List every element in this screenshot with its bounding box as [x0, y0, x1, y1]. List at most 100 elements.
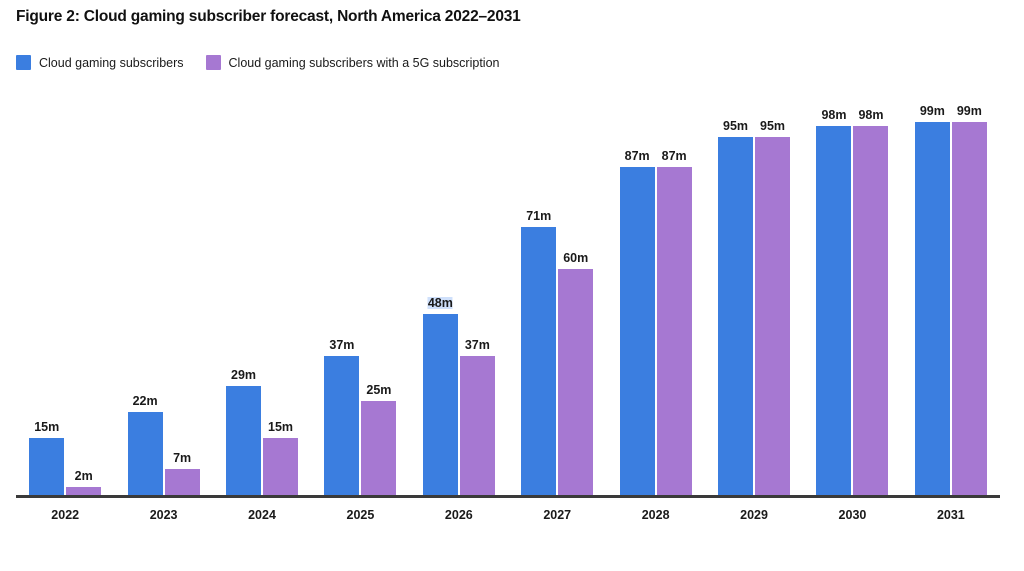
- bar[interactable]: [361, 401, 397, 495]
- bar[interactable]: [29, 438, 65, 495]
- bar-value-label: 22m: [132, 393, 158, 408]
- bar[interactable]: [459, 356, 495, 495]
- bar-group: 15m 2m: [16, 100, 114, 495]
- bar-value-label: 71m: [526, 208, 552, 223]
- bar-value-label: 98m: [858, 107, 884, 122]
- bar-group: 95m 95m: [705, 100, 803, 495]
- bar-column: 37m: [324, 100, 360, 495]
- bar-value-label: 48m: [427, 295, 453, 310]
- bar[interactable]: [951, 122, 987, 495]
- bar-pair: 71m 60m: [508, 100, 606, 495]
- bar[interactable]: [127, 412, 163, 495]
- bar-value-label: 95m: [723, 118, 749, 133]
- legend-item-cloud-gaming-subscribers-5g[interactable]: Cloud gaming subscribers with a 5G subsc…: [205, 55, 500, 70]
- bar-column: 95m: [755, 100, 791, 495]
- bar[interactable]: [558, 269, 594, 495]
- bar[interactable]: [422, 314, 458, 495]
- x-axis-tick-2025: 2025: [346, 508, 375, 522]
- x-axis-tick-2022: 2022: [51, 508, 80, 522]
- bar-column: 7m: [164, 100, 200, 495]
- bar[interactable]: [914, 122, 950, 495]
- legend-label: Cloud gaming subscribers: [39, 55, 184, 70]
- bar[interactable]: [263, 438, 299, 495]
- bar-pair: 98m 98m: [803, 100, 901, 495]
- bar[interactable]: [324, 356, 360, 495]
- bar[interactable]: [164, 469, 200, 495]
- bar-value-label: 15m: [268, 419, 294, 434]
- bar-column: 15m: [29, 100, 65, 495]
- x-axis-line: [16, 495, 1000, 498]
- bar-column: 25m: [361, 100, 397, 495]
- bar-column: 99m: [951, 100, 987, 495]
- bar-column: 22m: [127, 100, 163, 495]
- legend-item-cloud-gaming-subscribers[interactable]: Cloud gaming subscribers: [16, 55, 184, 70]
- bar[interactable]: [226, 386, 262, 495]
- bar-pair: 87m 87m: [606, 100, 704, 495]
- legend-swatch-blue: [16, 55, 31, 70]
- bar-group: 87m 87m: [606, 100, 704, 495]
- bar-pair: 95m 95m: [705, 100, 803, 495]
- bar[interactable]: [619, 167, 655, 495]
- bar-group: 29m 15m: [213, 100, 311, 495]
- bar-pair: 48m 37m: [410, 100, 508, 495]
- x-axis-tick-2029: 2029: [740, 508, 768, 522]
- bar[interactable]: [656, 167, 692, 495]
- bar-column: 15m: [263, 100, 299, 495]
- bar-column: 71m: [521, 100, 557, 495]
- bar-column: 95m: [718, 100, 754, 495]
- bar-value-label: 37m: [464, 337, 490, 352]
- bar-pair: 29m 15m: [213, 100, 311, 495]
- legend-swatch-purple: [205, 55, 221, 70]
- bar-column: 48m: [422, 100, 458, 495]
- x-axis-tick-2028: 2028: [641, 508, 670, 522]
- x-axis-tick-2024: 2024: [248, 508, 276, 522]
- bar-value-label: 29m: [231, 367, 257, 382]
- bar-group: 99m 99m: [902, 100, 1000, 495]
- bar[interactable]: [853, 126, 889, 495]
- bar-value-label: 95m: [760, 118, 786, 133]
- bar-group: 71m 60m: [508, 100, 606, 495]
- bar-group: 48m 37m: [410, 100, 508, 495]
- x-axis-tick-2026: 2026: [444, 508, 473, 522]
- bar-value-label: 25m: [366, 382, 392, 397]
- bar-value-label: 98m: [821, 107, 847, 122]
- bar-value-label: 7m: [173, 450, 192, 465]
- x-axis-tick-2030: 2030: [838, 508, 867, 522]
- chart-plot-area: 15m 2m 22m 7m 29m 15m 37m 25m 48m 37m 71m 60m 87m 87m…: [0, 0, 1024, 571]
- bar-value-label: 99m: [956, 103, 982, 118]
- x-axis-labels: 2022 2023 2024 2025 2026 2027 2028 2029 2030 2031: [16, 508, 1000, 522]
- bar-value-label: 15m: [34, 419, 60, 434]
- bar[interactable]: [755, 137, 791, 495]
- bar-pair: 22m 7m: [114, 100, 212, 495]
- bar-pair: 99m 99m: [902, 100, 1000, 495]
- bar-column: 2m: [66, 100, 102, 495]
- bar-column: 87m: [619, 100, 655, 495]
- bar-column: 98m: [816, 100, 852, 495]
- bar-pair: 15m 2m: [16, 100, 114, 495]
- bar-group: 98m 98m: [803, 100, 901, 495]
- bar-value-label: 87m: [624, 148, 650, 163]
- bar-column: 29m: [226, 100, 262, 495]
- bar-column: 60m: [558, 100, 594, 495]
- bar[interactable]: [816, 126, 852, 495]
- bar[interactable]: [521, 227, 557, 495]
- page-title: Figure 2: Cloud gaming subscriber foreca…: [16, 8, 521, 25]
- bar-value-label: 87m: [661, 148, 687, 163]
- bar-group: 22m 7m: [114, 100, 212, 495]
- legend-label: Cloud gaming subscribers with a 5G subsc…: [228, 55, 500, 70]
- bar-value-label: 99m: [919, 103, 945, 118]
- x-axis-tick-2023: 2023: [149, 508, 178, 522]
- bar-column: 87m: [656, 100, 692, 495]
- bar-pair: 37m 25m: [311, 100, 409, 495]
- bar-groups: 15m 2m 22m 7m 29m 15m 37m 25m 48m 37m 71m 60m 87m 87m…: [16, 100, 1000, 495]
- x-axis-tick-2027: 2027: [543, 508, 572, 522]
- bar-value-label: 60m: [563, 250, 589, 265]
- bar-group: 37m 25m: [311, 100, 409, 495]
- bar[interactable]: [718, 137, 754, 495]
- bar-column: 37m: [459, 100, 495, 495]
- bar-value-label: 37m: [329, 337, 355, 352]
- bar-value-label: 2m: [74, 468, 93, 483]
- bar-column: 99m: [914, 100, 950, 495]
- bar[interactable]: [66, 487, 102, 495]
- bar-column: 98m: [853, 100, 889, 495]
